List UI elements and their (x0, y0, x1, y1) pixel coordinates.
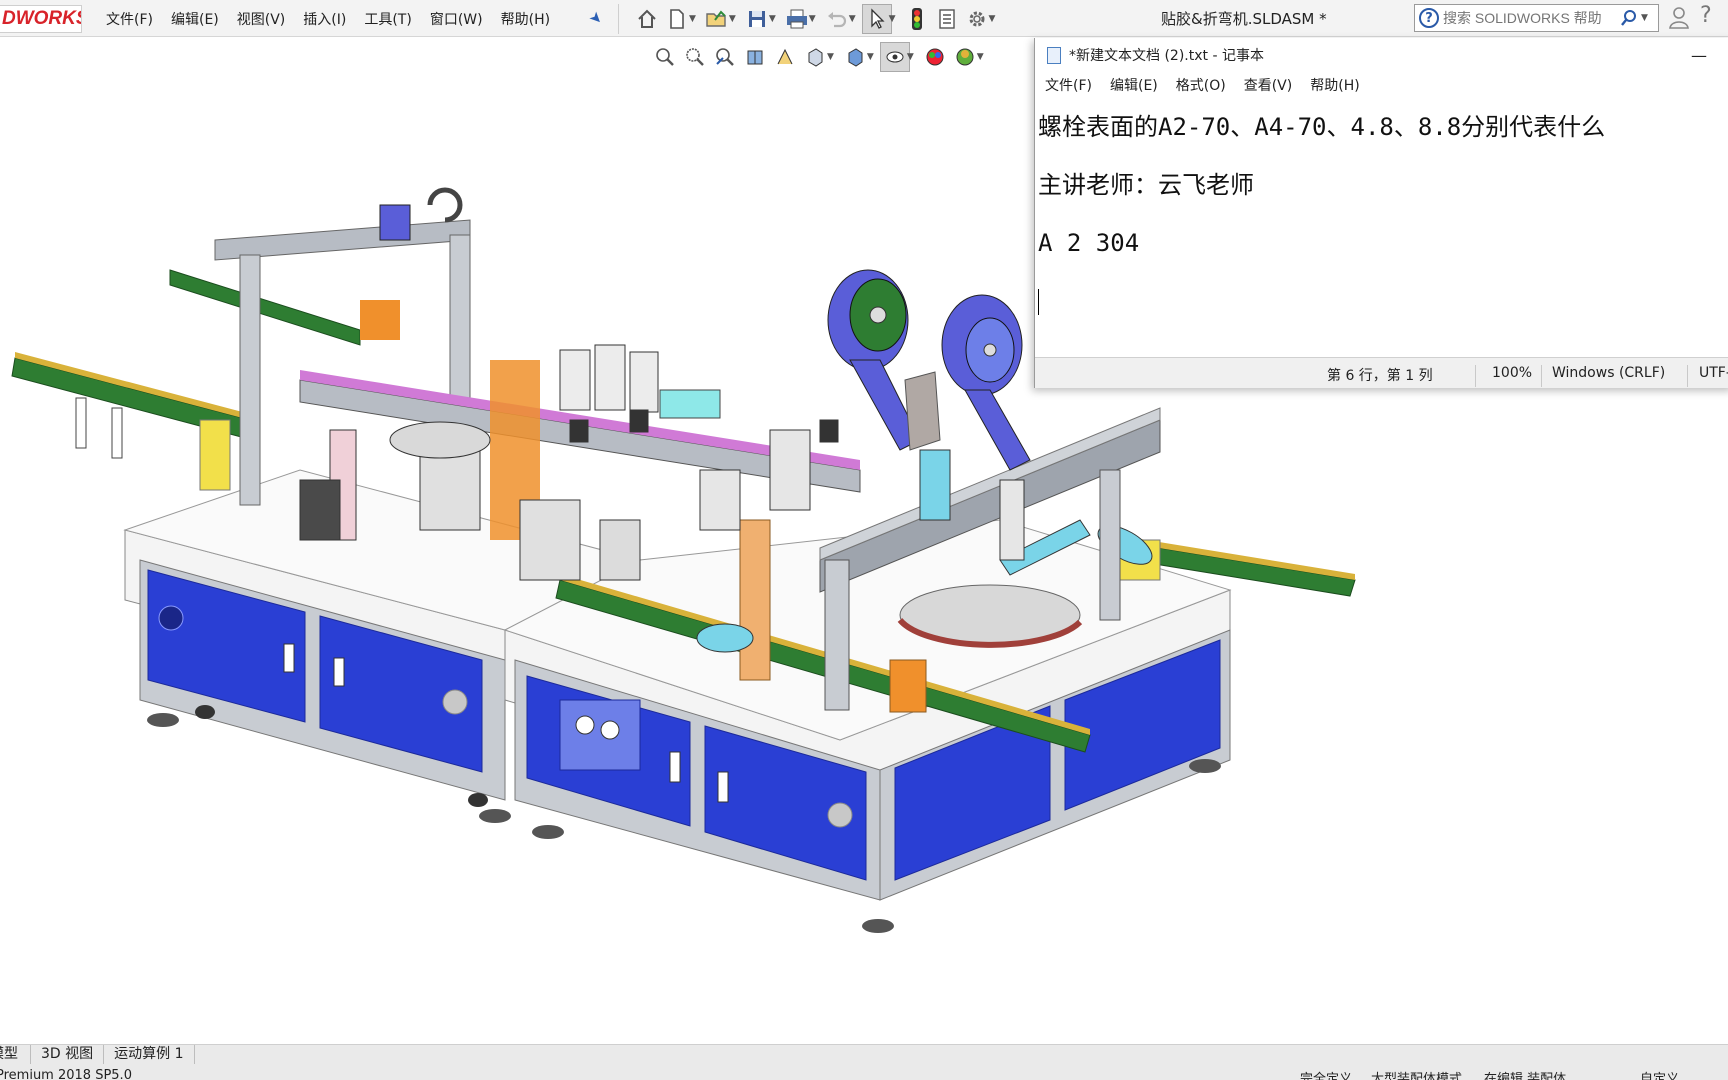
conveyor-back-left (169, 269, 361, 346)
zoom-area-icon[interactable] (680, 42, 710, 72)
view-orientation-icon[interactable] (800, 42, 830, 72)
traffic-light-icon[interactable] (902, 4, 932, 34)
pin-menu-icon[interactable]: ➤ (585, 7, 607, 29)
notepad-title: *新建文本文档 (2).txt - 记事本 (1069, 48, 1264, 64)
edit-appearance-icon[interactable] (920, 42, 950, 72)
display-style-icon[interactable] (840, 42, 870, 72)
notepad-menu-help[interactable]: 帮助(H) (1310, 75, 1359, 95)
custom-units[interactable]: 自定义 (1640, 1068, 1679, 1080)
notepad-menu-bar: 文件(F) 编辑(E) 格式(O) 查看(V) 帮助(H) (1035, 72, 1728, 98)
chevron-down-icon[interactable]: ▼ (729, 14, 736, 24)
notepad-menu-file[interactable]: 文件(F) (1045, 75, 1092, 95)
notepad-menu-edit[interactable]: 编辑(E) (1110, 75, 1158, 95)
notepad-text-area[interactable]: 螺栓表面的A2-70、A4-70、4.8、8.8分别代表什么 主讲老师：云飞老师… (1038, 98, 1728, 393)
version-label: Premium 2018 SP5.0 (0, 1068, 132, 1080)
large-assembly-mode[interactable]: 大型装配体模式 (1371, 1068, 1462, 1080)
notepad-menu-view[interactable]: 查看(V) (1244, 75, 1293, 95)
chevron-down-icon[interactable]: ▼ (689, 14, 696, 24)
solidworks-title-bar: DWORKS 文件(F) 编辑(E) 视图(V) 插入(I) 工具(T) 窗口(… (0, 0, 1728, 37)
menu-file[interactable]: 文件(F) (106, 9, 153, 29)
text-line: 主讲老师：云飞老师 (1038, 171, 1254, 199)
home-icon[interactable] (632, 4, 662, 34)
notepad-status-bar: 第 6 行，第 1 列 100% Windows (CRLF) UTF- (1035, 357, 1728, 388)
notepad-window[interactable]: *新建文本文档 (2).txt - 记事本 — 文件(F) 编辑(E) 格式(O… (1034, 38, 1728, 388)
chevron-down-icon[interactable]: ▼ (1641, 13, 1648, 23)
solidworks-logo: DWORKS (0, 5, 82, 33)
minimize-icon[interactable]: — (1691, 46, 1707, 65)
tab-motion-study[interactable]: 运动算例 1 (104, 1045, 195, 1064)
open-folder-icon[interactable] (702, 4, 732, 34)
previous-view-icon[interactable] (710, 42, 740, 72)
print-icon[interactable] (782, 4, 812, 34)
notepad-menu-format[interactable]: 格式(O) (1176, 75, 1226, 95)
new-document-icon[interactable] (662, 4, 692, 34)
toolbar-divider (618, 4, 619, 34)
chevron-down-icon[interactable]: ▼ (809, 14, 816, 24)
chevron-down-icon[interactable]: ▼ (907, 52, 914, 62)
search-icon[interactable] (1619, 8, 1639, 28)
chevron-down-icon[interactable]: ▼ (989, 14, 996, 24)
zoom-level: 100% (1492, 365, 1533, 381)
text-caret (1038, 289, 1039, 315)
status-divider (1687, 365, 1688, 387)
tape-reels (827, 269, 1031, 471)
help-icon[interactable]: ? (1700, 3, 1712, 28)
document-title: 贴胶&折弯机.SLDASM * (1161, 10, 1327, 28)
options-gear-icon[interactable] (962, 4, 992, 34)
bottom-tab-bar: 模型 3D 视图 运动算例 1 (0, 1044, 1728, 1064)
menu-window[interactable]: 窗口(W) (430, 9, 483, 29)
undo-icon[interactable] (822, 4, 852, 34)
notepad-title-bar[interactable]: *新建文本文档 (2).txt - 记事本 (1035, 38, 1728, 72)
chevron-down-icon[interactable]: ▼ (827, 52, 834, 62)
hide-show-items-icon[interactable] (879, 42, 910, 72)
menu-view[interactable]: 视图(V) (237, 9, 286, 29)
chevron-down-icon[interactable]: ▼ (867, 52, 874, 62)
text-line: A 2 304 (1038, 229, 1140, 257)
tab-model[interactable]: 模型 (0, 1045, 31, 1064)
status-divider (1475, 365, 1476, 387)
encoding: UTF- (1699, 365, 1728, 381)
text-line: 螺栓表面的A2-70、A4-70、4.8、8.8分别代表什么 (1038, 113, 1606, 141)
user-account-icon[interactable] (1668, 6, 1690, 34)
main-menu-bar: 文件(F) 编辑(E) 视图(V) 插入(I) 工具(T) 窗口(W) 帮助(H… (106, 0, 568, 37)
select-pointer-icon[interactable] (861, 4, 892, 34)
line-ending: Windows (CRLF) (1552, 365, 1666, 381)
chevron-down-icon[interactable]: ▼ (889, 14, 896, 24)
menu-help[interactable]: 帮助(H) (501, 9, 550, 29)
apply-scene-icon[interactable] (950, 42, 980, 72)
chevron-down-icon[interactable]: ▼ (769, 14, 776, 24)
help-search-box[interactable]: ? ▼ (1414, 4, 1659, 32)
chevron-down-icon[interactable]: ▼ (849, 14, 856, 24)
zoom-to-fit-icon[interactable] (650, 42, 680, 72)
file-properties-icon[interactable] (932, 4, 962, 34)
status-divider (1541, 365, 1542, 387)
menu-edit[interactable]: 编辑(E) (171, 9, 219, 29)
help-question-icon: ? (1419, 8, 1439, 28)
menu-tools[interactable]: 工具(T) (364, 9, 411, 29)
machine-table-right (503, 519, 1232, 933)
definition-status: 完全定义 (1300, 1072, 1353, 1080)
chevron-down-icon[interactable]: ▼ (977, 52, 984, 62)
menu-insert[interactable]: 插入(I) (303, 9, 346, 29)
heads-up-view-toolbar: ▼ ▼ ▼ ▼ (650, 41, 990, 73)
save-icon[interactable] (742, 4, 772, 34)
status-bar: Premium 2018 SP5.0 完全定义 大型装配体模式 在编辑 装配体 … (0, 1064, 1728, 1080)
standard-toolbar: ▼ ▼ ▼ ▼ ▼ ▼ ▼ (632, 4, 1001, 34)
dynamic-annotation-icon[interactable] (770, 42, 800, 72)
tab-3d-view[interactable]: 3D 视图 (31, 1045, 105, 1064)
editing-status: 在编辑 装配体 (1484, 1072, 1567, 1080)
section-view-icon[interactable] (740, 42, 770, 72)
search-input[interactable] (1443, 10, 1619, 26)
cursor-position: 第 6 行，第 1 列 (1327, 368, 1433, 384)
notepad-file-icon (1047, 46, 1061, 64)
text-cursor-line (1038, 272, 1728, 330)
